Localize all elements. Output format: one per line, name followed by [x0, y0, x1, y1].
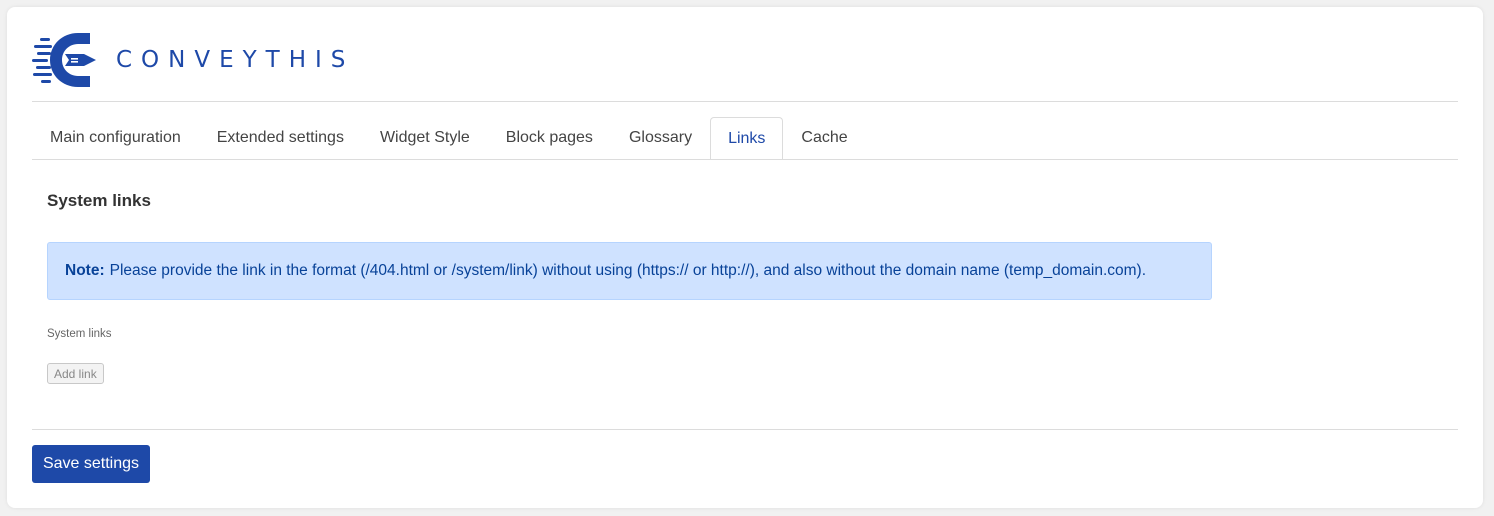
footer-divider	[32, 429, 1458, 430]
tab-links[interactable]: Links	[710, 117, 784, 159]
tab-extended-settings[interactable]: Extended settings	[199, 117, 362, 157]
settings-tabs: Main configuration Extended settings Wid…	[32, 117, 1458, 160]
save-settings-button[interactable]: Save settings	[32, 445, 150, 483]
note-label: Note:	[65, 262, 105, 279]
section-title: System links	[47, 191, 151, 210]
settings-card: CONVEYTHIS Main configuration Extended s…	[7, 7, 1483, 508]
note-text: Please provide the link in the format (/…	[109, 262, 1147, 279]
add-link-button[interactable]: Add link	[47, 363, 104, 384]
tab-cache[interactable]: Cache	[783, 117, 865, 157]
brand-logo: CONVEYTHIS	[32, 32, 354, 88]
brand-name: CONVEYTHIS	[116, 47, 355, 73]
tab-block-pages[interactable]: Block pages	[488, 117, 611, 157]
tab-main-configuration[interactable]: Main configuration	[32, 117, 199, 157]
system-links-label: System links	[47, 328, 112, 340]
tab-widget-style[interactable]: Widget Style	[362, 117, 488, 157]
info-note: Note: Please provide the link in the for…	[47, 242, 1212, 300]
header-divider	[32, 101, 1458, 102]
tab-glossary[interactable]: Glossary	[611, 117, 710, 157]
conveythis-logo-icon	[32, 33, 96, 87]
